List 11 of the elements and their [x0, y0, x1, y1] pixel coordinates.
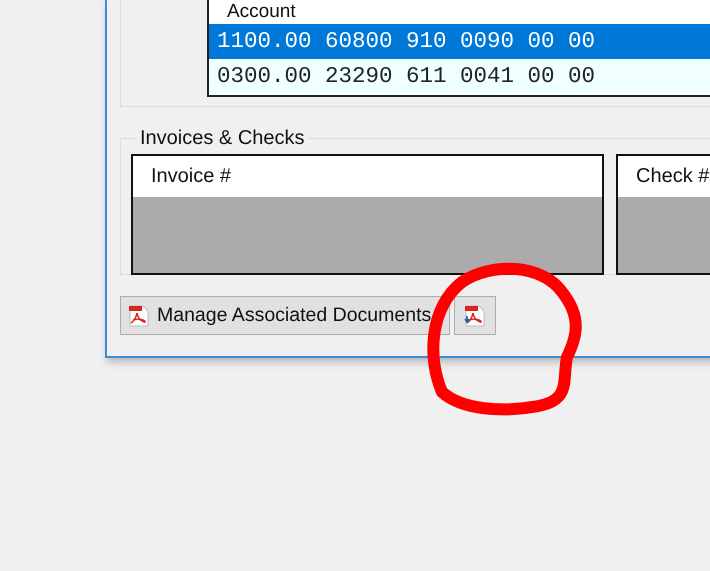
pdf-download-icon — [463, 304, 488, 328]
data-grid[interactable]: Check # — [616, 154, 710, 275]
account-row[interactable]: 0300.00 23290 611 0041 00 00 — [209, 59, 710, 94]
pdf-download-button[interactable] — [454, 296, 496, 335]
account-row[interactable]: 1100.00 60800 910 0090 00 00 — [209, 24, 710, 59]
column-header[interactable]: Invoice # — [133, 156, 602, 197]
data-grid[interactable]: Invoice # — [131, 154, 604, 275]
pdf-icon — [127, 304, 151, 328]
column-header[interactable]: Check # — [618, 156, 710, 197]
group-title: Invoices & Checks — [139, 127, 306, 150]
manage-documents-button[interactable]: Manage Associated Documents — [120, 296, 450, 335]
